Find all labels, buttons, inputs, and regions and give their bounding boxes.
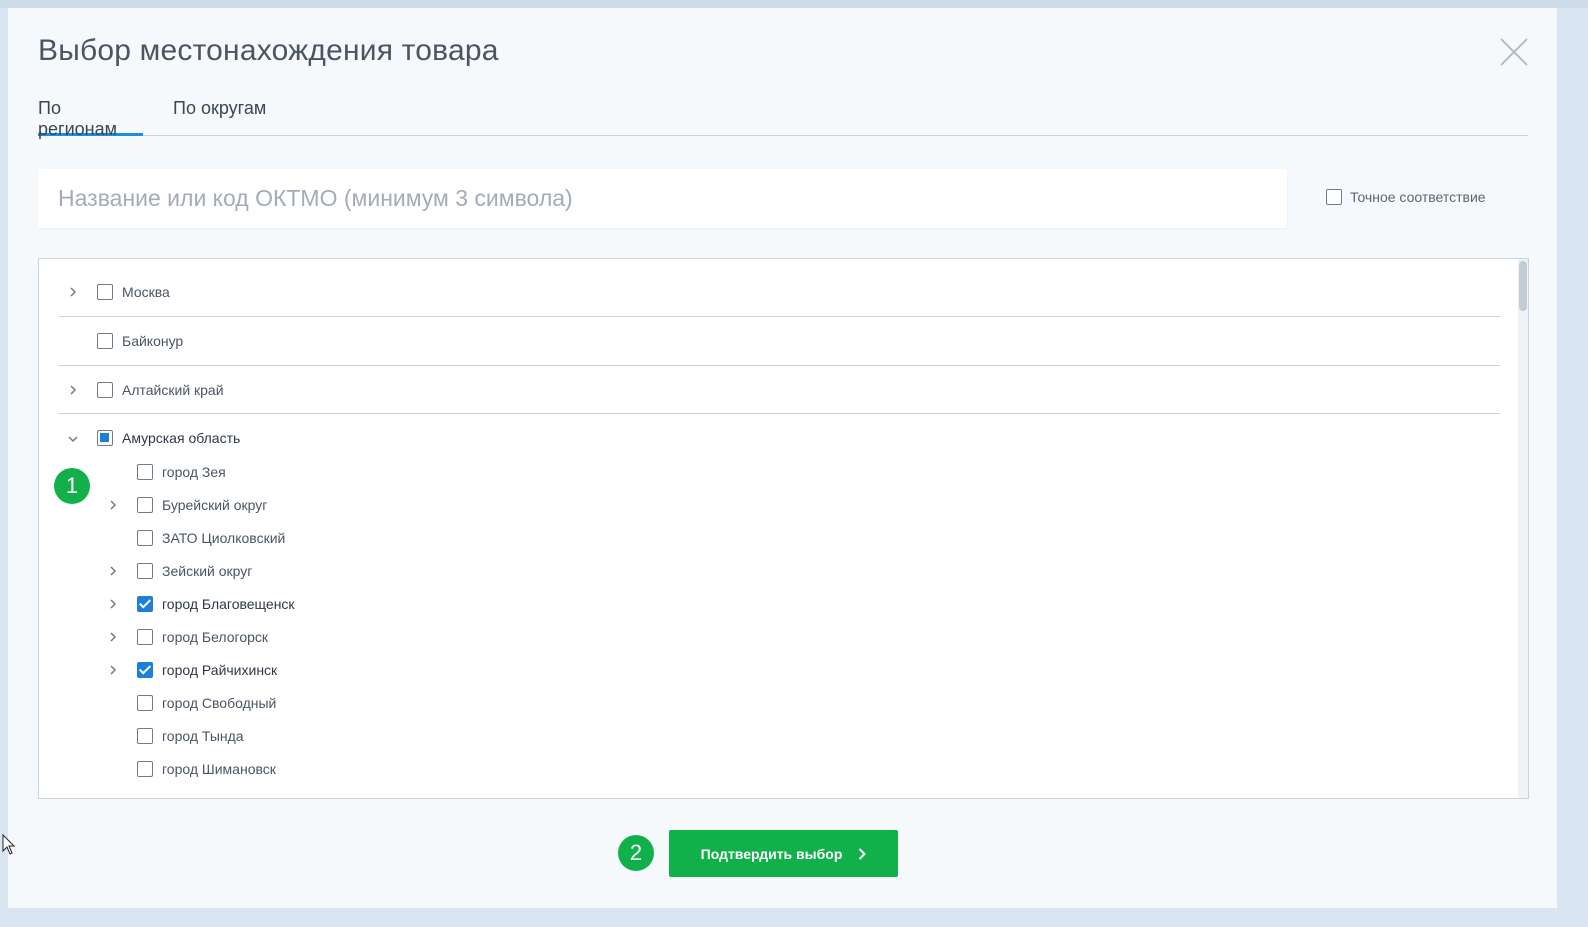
tree-child-blagoveshchensk[interactable]: город Благовещенск — [137, 592, 295, 616]
tree-checkbox[interactable] — [137, 563, 153, 579]
tree-child-shimanovsk[interactable]: город Шимановск — [137, 757, 276, 781]
modal-title: Выбор местонахождения товара — [38, 34, 499, 67]
tree-item-label: город Тында — [162, 728, 244, 744]
tree-checkbox[interactable] — [137, 695, 153, 711]
tree-item-label: Байконур — [122, 333, 184, 349]
tree-item-label: Москва — [122, 284, 170, 300]
chevron-right-icon[interactable] — [108, 500, 118, 510]
chevron-right-icon[interactable] — [68, 385, 78, 395]
tree-child-raichikhinsk[interactable]: город Райчихинск — [137, 658, 277, 682]
tree-item-label: город Благовещенск — [162, 596, 295, 612]
location-modal: Выбор местонахождения товара По регионам… — [8, 8, 1557, 908]
tree-item-label: город Белогорск — [162, 629, 269, 645]
tree-child-zeya-district[interactable]: Зейский округ — [137, 559, 252, 583]
tree-item-altai[interactable]: Алтайский край — [97, 378, 224, 402]
chevron-right-icon[interactable] — [108, 665, 118, 675]
mouse-cursor-icon — [2, 834, 16, 855]
tree-child-zeya[interactable]: город Зея — [137, 460, 226, 484]
chevron-right-icon[interactable] — [68, 287, 78, 297]
tab-by-regions[interactable]: По регионам — [38, 94, 143, 139]
tree-item-label: город Шимановск — [162, 761, 276, 777]
tree-item-baikonur[interactable]: Байконур — [97, 329, 183, 353]
tree-checkbox[interactable] — [137, 629, 153, 645]
tree-checkbox-partial[interactable] — [97, 430, 113, 446]
search-input[interactable] — [38, 169, 1287, 228]
confirm-label: Подтвердить выбор — [700, 845, 843, 862]
close-icon — [1500, 38, 1528, 66]
chevron-right-icon[interactable] — [108, 632, 118, 642]
tree-item-label: город Зея — [162, 464, 226, 480]
tree-child-tynda[interactable]: город Тында — [137, 724, 244, 748]
tree-scrollbar[interactable] — [1518, 259, 1528, 798]
scroll-thumb[interactable] — [1519, 261, 1527, 311]
confirm-button[interactable]: Подтвердить выбор — [669, 830, 898, 877]
tree-checkbox[interactable] — [97, 382, 113, 398]
chevron-right-icon[interactable] — [108, 566, 118, 576]
divider — [59, 316, 1500, 317]
tree-item-label: Амурская область — [122, 430, 241, 446]
tab-by-districts[interactable]: По округам — [173, 94, 283, 136]
chevron-right-icon[interactable] — [108, 599, 118, 609]
tree-checkbox[interactable] — [137, 728, 153, 744]
close-button[interactable] — [1498, 36, 1530, 68]
tree-item-label: город Райчихинск — [162, 662, 278, 678]
divider — [59, 365, 1500, 366]
chevron-right-icon — [859, 847, 867, 860]
exact-match-checkbox[interactable]: Точное соответствие — [1326, 189, 1486, 205]
tree-checkbox[interactable] — [137, 761, 153, 777]
tree-item-label: Бурейский округ — [162, 497, 268, 513]
divider — [59, 413, 1500, 414]
tree-child-belogorsk[interactable]: город Белогорск — [137, 625, 268, 649]
tree-item-label: Зейский округ — [162, 563, 253, 579]
step-badge-2: 2 — [618, 835, 654, 871]
tree-item-moscow[interactable]: Москва — [97, 280, 170, 304]
tree-item-label: Алтайский край — [122, 382, 224, 398]
tree-checkbox[interactable] — [97, 333, 113, 349]
tree-child-tsiolkovsky[interactable]: ЗАТО Циолковский — [137, 526, 285, 550]
tree-checkbox[interactable] — [97, 284, 113, 300]
exact-match-box[interactable] — [1326, 189, 1342, 205]
chevron-down-icon[interactable] — [68, 434, 78, 444]
tree-checkbox[interactable] — [137, 464, 153, 480]
tree-child-bureya[interactable]: Бурейский округ — [137, 493, 267, 517]
tree-checkbox-checked[interactable] — [137, 596, 153, 612]
backdrop — [0, 0, 1588, 8]
exact-match-label: Точное соответствие — [1350, 189, 1486, 205]
tree-checkbox-checked[interactable] — [137, 662, 153, 678]
step-badge-1: 1 — [54, 468, 90, 504]
tree-checkbox[interactable] — [137, 497, 153, 513]
tree-item-label: ЗАТО Циолковский — [162, 530, 286, 546]
region-tree: Москва Байконур Алтайский край Амурская … — [38, 258, 1529, 799]
tree-item-label: город Свободный — [162, 695, 277, 711]
tree-item-amur[interactable]: Амурская область — [97, 426, 240, 450]
tree-checkbox[interactable] — [137, 530, 153, 546]
tree-child-svobodny[interactable]: город Свободный — [137, 691, 276, 715]
tab-bar: По регионам По округам — [38, 94, 1528, 139]
